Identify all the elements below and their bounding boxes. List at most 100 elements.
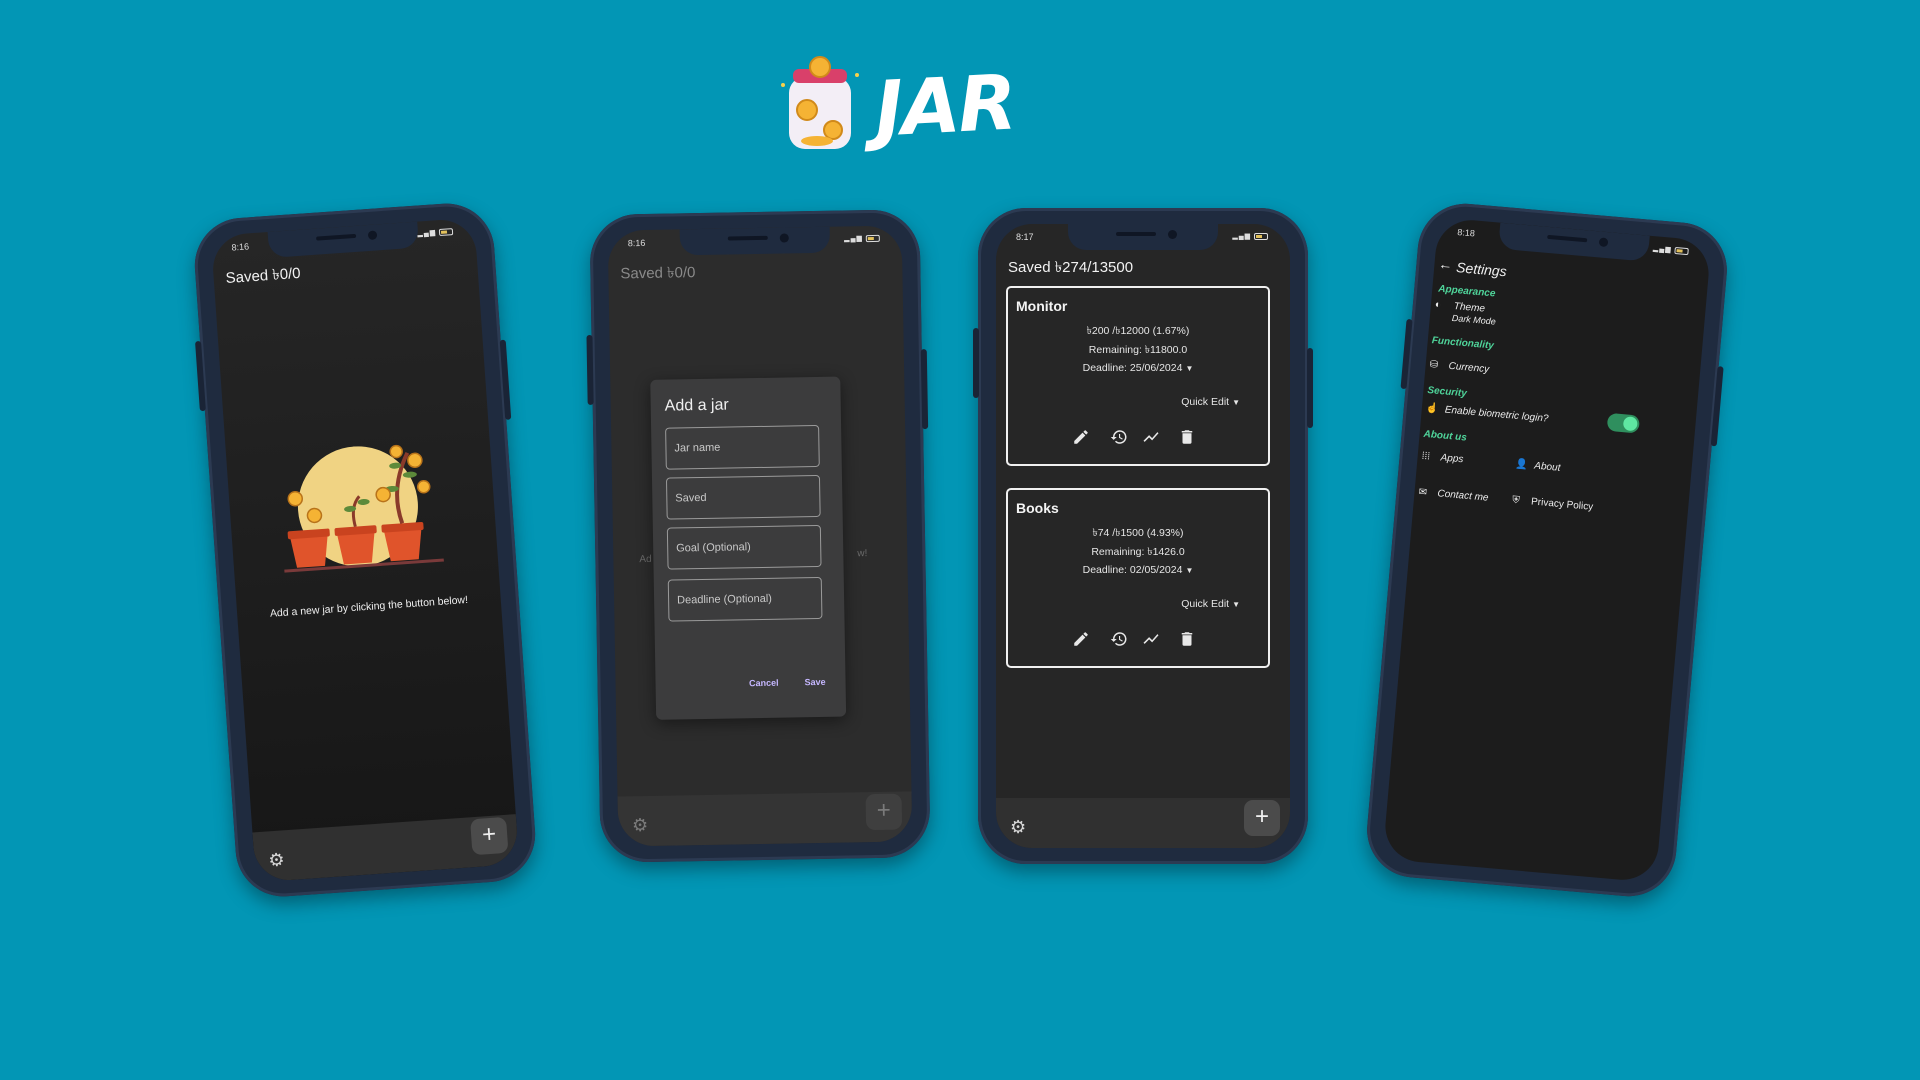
caret-down-icon: ▼ <box>1185 364 1194 373</box>
coins-icon: ⛁ <box>1429 359 1439 371</box>
jar-actions <box>1072 630 1212 652</box>
cancel-button[interactable]: Cancel <box>749 678 779 689</box>
apps-item[interactable]: ⁞⁞⁞ Apps <box>1421 451 1464 466</box>
dialog-title: Add a jar <box>664 396 729 415</box>
saved-total: Saved ৳0/0 <box>225 264 302 288</box>
status-icons: ▂▄▆ <box>1653 244 1689 255</box>
phone-empty-state: 8:16 ▂▄▆ Saved ৳0/0 Add a new jar by cli… <box>191 200 539 900</box>
status-icons: ▂▄▆ <box>417 227 454 238</box>
deadline-field[interactable]: Deadline (Optional) <box>667 576 823 622</box>
status-time: 8:16 <box>627 237 646 249</box>
chart-icon[interactable] <box>1142 630 1162 650</box>
phone-jar-list: 8:17 ▂▄▆ Saved ৳274/13500 Monitor ৳200 /… <box>973 208 1313 864</box>
section-about-us: About us <box>1423 428 1468 444</box>
trash-icon[interactable] <box>1178 428 1198 448</box>
biometric-toggle[interactable] <box>1606 412 1641 434</box>
pencil-icon[interactable] <box>1072 630 1092 650</box>
gear-icon[interactable]: ⚙ <box>632 815 650 835</box>
screen: 8:16 ▂▄▆ Saved ৳0/0 Ad w! Add a jar Jar … <box>607 225 913 847</box>
chart-icon[interactable] <box>1142 428 1162 448</box>
jar-name-field[interactable]: Jar name <box>665 424 820 470</box>
bottom-bar: ⚙ + <box>252 814 520 883</box>
jar-deadline-text: Deadline: 25/06/2024 <box>1082 362 1183 374</box>
privacy-label: Privacy Policy <box>1530 496 1594 513</box>
quick-edit-label: Quick Edit <box>1181 598 1230 610</box>
gear-icon[interactable]: ⚙ <box>1010 818 1028 836</box>
notch <box>267 221 420 258</box>
theme-value: Dark Mode <box>1451 312 1497 327</box>
about-label: About <box>1533 460 1561 474</box>
phone-settings: 8:18 ▂▄▆ ← Settings Appearance ◐ Theme Da… <box>1363 199 1731 901</box>
phone-add-jar: 8:16 ▂▄▆ Saved ৳0/0 Ad w! Add a jar Jar … <box>589 209 931 863</box>
jar-remaining: Remaining: ৳11800.0 <box>1088 344 1188 356</box>
jar-card[interactable]: Books ৳74 /৳1500 (4.93%) Remaining: ৳142… <box>1006 488 1270 668</box>
screen: 8:18 ▂▄▆ ← Settings Appearance ◐ Theme Da… <box>1382 217 1712 883</box>
notch <box>679 226 831 256</box>
jar-progress: ৳200 /৳12000 (1.67%) <box>1086 325 1190 337</box>
add-jar-button[interactable]: + <box>1244 800 1280 836</box>
gear-icon[interactable]: ⚙ <box>268 849 287 870</box>
logo-wordmark: JAR <box>872 57 1017 154</box>
section-appearance: Appearance <box>1437 283 1496 300</box>
empty-state-message: Add a new jar by clicking the button bel… <box>269 593 469 620</box>
jar-deadline[interactable]: Deadline: 25/06/2024 ▼ <box>1008 362 1268 374</box>
background-message-fragment: Ad <box>639 553 652 566</box>
jar-name: Monitor <box>1016 298 1068 314</box>
jar-remaining: Remaining: ৳1426.0 <box>1091 546 1185 558</box>
currency-setting[interactable]: ⛁ Currency <box>1429 359 1489 375</box>
jar-deadline-text: Deadline: 02/05/2024 <box>1082 564 1183 576</box>
trash-icon[interactable] <box>1178 630 1198 650</box>
section-functionality: Functionality <box>1431 335 1495 352</box>
fingerprint-icon: ☝ <box>1425 402 1439 415</box>
save-button[interactable]: Save <box>804 677 825 687</box>
section-security: Security <box>1426 384 1468 400</box>
jar-deadline[interactable]: Deadline: 02/05/2024 ▼ <box>1008 564 1268 576</box>
quick-edit-dropdown[interactable]: Quick Edit ▼ <box>1181 598 1240 610</box>
saved-total: Saved ৳274/13500 <box>1008 259 1134 276</box>
theme-setting[interactable]: ◐ Theme <box>1434 299 1485 314</box>
status-time: 8:18 <box>1456 226 1476 239</box>
quick-edit-label: Quick Edit <box>1181 396 1230 408</box>
dialog-actions: Cancel Save <box>723 677 826 689</box>
apps-label: Apps <box>1440 452 1464 466</box>
notch <box>1068 224 1218 250</box>
screen: 8:16 ▂▄▆ Saved ৳0/0 Add a new jar by cli… <box>210 217 520 883</box>
bottom-bar: ⚙ + <box>996 798 1290 848</box>
pencil-icon[interactable] <box>1072 428 1092 448</box>
saved-field[interactable]: Saved <box>665 474 821 520</box>
jar-actions <box>1072 428 1212 450</box>
person-icon: 👤 <box>1514 458 1529 471</box>
history-icon[interactable] <box>1110 428 1130 448</box>
goal-field[interactable]: Goal (Optional) <box>666 524 822 570</box>
status-icons: ▂▄▆ <box>1232 232 1268 240</box>
jar-card[interactable]: Monitor ৳200 /৳12000 (1.67%) Remaining: … <box>1006 286 1270 466</box>
screen: 8:17 ▂▄▆ Saved ৳274/13500 Monitor ৳200 /… <box>996 224 1290 848</box>
status-icons: ▂▄▆ <box>844 234 880 242</box>
background-message-fragment: w! <box>857 548 868 560</box>
add-jar-button[interactable]: + <box>470 816 509 856</box>
moon-icon: ◐ <box>1434 299 1442 311</box>
jar-logo: JAR <box>775 55 1017 165</box>
add-jar-button[interactable]: + <box>865 793 903 831</box>
settings-title: Settings <box>1455 259 1508 280</box>
status-time: 8:17 <box>1016 232 1034 242</box>
privacy-item[interactable]: ⛨ Privacy Policy <box>1512 495 1594 513</box>
back-arrow-icon[interactable]: ← <box>1438 255 1453 272</box>
about-item[interactable]: 👤 About <box>1515 459 1561 474</box>
saved-total: Saved ৳0/0 <box>620 264 696 283</box>
notch <box>1498 222 1650 262</box>
quick-edit-dropdown[interactable]: Quick Edit ▼ <box>1181 396 1240 408</box>
jar-icon <box>781 56 859 149</box>
status-time: 8:16 <box>231 241 250 253</box>
caret-down-icon: ▼ <box>1232 600 1240 609</box>
biometric-label: Enable biometric login? <box>1444 404 1549 425</box>
shield-icon: ⛨ <box>1511 494 1521 507</box>
contact-item[interactable]: ✉ Contact me <box>1418 487 1489 504</box>
caret-down-icon: ▼ <box>1232 398 1240 407</box>
mail-icon: ✉ <box>1418 486 1428 499</box>
currency-label: Currency <box>1448 360 1490 376</box>
bottom-bar: ⚙ + <box>617 791 913 847</box>
history-icon[interactable] <box>1110 630 1130 650</box>
plant-pots-illustration <box>284 444 444 573</box>
jar-progress: ৳74 /৳1500 (4.93%) <box>1092 527 1184 539</box>
